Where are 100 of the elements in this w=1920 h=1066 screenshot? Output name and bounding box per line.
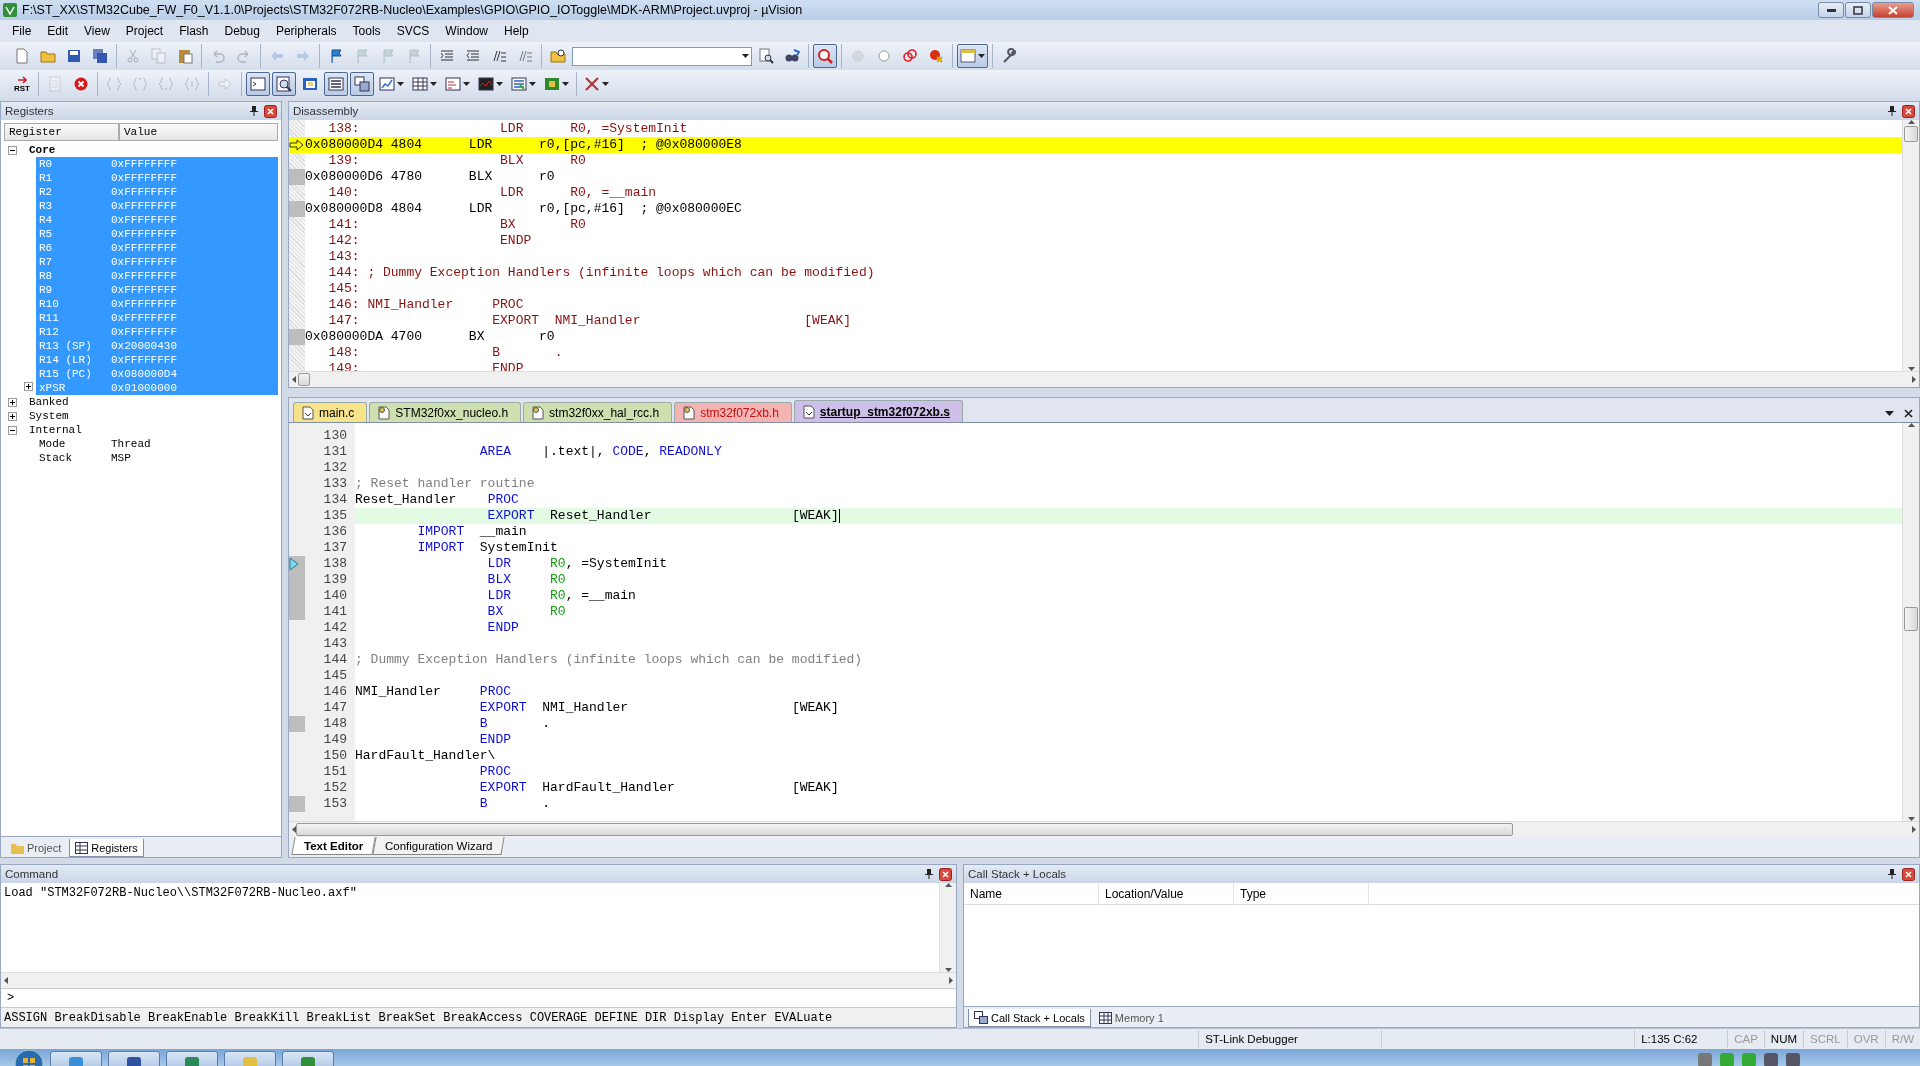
menu-item[interactable]: Tools: [344, 22, 389, 40]
disassembly-window-button[interactable]: [272, 72, 296, 96]
tree-group[interactable]: Banked: [17, 396, 69, 408]
line-number: 132: [322, 460, 347, 476]
menu-item[interactable]: SVCS: [388, 22, 438, 40]
caret-icon: [602, 82, 609, 86]
collapse-icon[interactable]: [8, 425, 17, 435]
column-header[interactable]: Value: [119, 123, 278, 141]
assembly-line: 0x080000D6 4780 BLX r0: [305, 169, 556, 185]
flag-icon: [406, 48, 422, 64]
file-tab[interactable]: stm32f072xb.h: [674, 402, 792, 422]
register-row[interactable]: Stack MSP: [36, 451, 278, 465]
close-button[interactable]: [1872, 2, 1914, 18]
view-tab[interactable]: Text Editor: [291, 837, 376, 855]
menu-item[interactable]: Project: [117, 22, 172, 40]
register-row[interactable]: Mode Thread: [36, 437, 278, 451]
reset-button[interactable]: RST: [10, 72, 34, 96]
panel-tab[interactable]: Memory 1: [1092, 1009, 1170, 1027]
file-icon: [302, 405, 314, 420]
file-tab[interactable]: startup_stm32f072xb.s: [793, 400, 963, 422]
column-header[interactable]: Register: [4, 123, 119, 141]
status-indicator: R/W: [1884, 1030, 1920, 1048]
expand-icon[interactable]: [8, 397, 17, 407]
page-icon: [47, 76, 63, 92]
column-header[interactable]: Location/Value: [1099, 883, 1234, 905]
caret-icon: [529, 82, 536, 86]
grid-icon: [412, 76, 428, 92]
close-icon[interactable]: [1904, 409, 1913, 418]
debug-button[interactable]: [813, 44, 837, 68]
collapse-icon[interactable]: [8, 145, 17, 155]
panel-tab[interactable]: Project: [5, 839, 68, 857]
file-tab[interactable]: stm32f0xx_hal_rcc.h: [523, 402, 673, 422]
tree-group[interactable]: Core: [17, 144, 56, 156]
close-icon[interactable]: [1902, 867, 1915, 881]
menu-item[interactable]: Window: [437, 22, 496, 40]
scroll-right-icon[interactable]: [949, 977, 953, 984]
horizontal-scrollbar[interactable]: [1, 972, 956, 988]
panel-tab[interactable]: Call Stack + Locals: [968, 1009, 1091, 1027]
lines-icon: [439, 48, 455, 64]
menu-item[interactable]: Flash: [171, 22, 217, 40]
windows-icon: [974, 1011, 988, 1024]
minimize-button[interactable]: [1818, 2, 1844, 18]
caret-icon[interactable]: [1885, 411, 1894, 416]
scrollbar-thumb[interactable]: [1904, 607, 1918, 631]
scroll-right-icon[interactable]: [1912, 826, 1916, 833]
scrollbar-thumb[interactable]: [296, 823, 1513, 836]
line-number: 139: [322, 572, 347, 588]
vertical-scrollbar[interactable]: [1902, 423, 1919, 821]
file-tab[interactable]: STM32f0xx_nucleo.h: [369, 402, 522, 422]
menu-item[interactable]: Peripherals: [267, 22, 345, 40]
board-icon: [544, 76, 560, 92]
panel-tab[interactable]: Registers: [69, 839, 144, 857]
line-number: 130: [322, 428, 347, 444]
source-line: 140: LDR R0, =__main: [327, 185, 658, 201]
scroll-left-icon[interactable]: [4, 977, 8, 984]
close-icon[interactable]: [264, 104, 277, 118]
call-stack-window-button[interactable]: [350, 72, 374, 96]
scrollbar-thumb[interactable]: [298, 373, 310, 386]
code-line: IMPORT __main: [416, 524, 527, 539]
scroll-right-icon[interactable]: [1912, 376, 1916, 383]
search-combo-field[interactable]: [572, 46, 752, 66]
command-window-button[interactable]: [246, 72, 270, 96]
window-title: F:\ST_XX\STM32Cube_FW_F0_V1.1.0\Projects\STM32F072RB-Nucleo\Examples\GPIO\GPIO_IOToggle\MDK-ARM\Project.uvproj - µVision: [22, 3, 804, 17]
source-line: 148: B .: [327, 345, 564, 361]
caret-icon: [562, 82, 569, 86]
vertical-scrollbar[interactable]: [1902, 120, 1919, 371]
line-number: 149: [322, 732, 347, 748]
scrollbar-thumb[interactable]: [1904, 126, 1918, 142]
tree-group[interactable]: Internal: [17, 424, 82, 436]
vertical-scrollbar[interactable]: [939, 883, 956, 972]
menu-item[interactable]: Help: [496, 22, 537, 40]
expand-icon[interactable]: [24, 382, 33, 391]
line-number: 142: [322, 620, 347, 636]
pin-icon[interactable]: [250, 106, 258, 116]
menu-item[interactable]: Debug: [216, 22, 268, 40]
window-layout-button[interactable]: [957, 44, 988, 68]
expand-icon[interactable]: [8, 411, 17, 421]
view-tab[interactable]: Configuration Wizard: [372, 837, 506, 855]
tree-group[interactable]: System: [17, 410, 69, 422]
line-number: 133: [322, 476, 347, 492]
pin-icon[interactable]: [925, 869, 933, 879]
magnifier-icon: [758, 48, 774, 64]
menu-item[interactable]: Edit: [39, 22, 77, 40]
column-header[interactable]: Type: [1234, 883, 1369, 905]
scroll-left-icon[interactable]: [292, 376, 296, 383]
line-number: 138: [322, 556, 347, 572]
pin-icon[interactable]: [1888, 869, 1896, 879]
pin-icon[interactable]: [1888, 106, 1896, 116]
registers-window-button[interactable]: [324, 72, 348, 96]
horizontal-scrollbar[interactable]: [289, 821, 1919, 837]
close-icon[interactable]: [939, 867, 952, 881]
menu-item[interactable]: File: [4, 22, 40, 40]
column-header[interactable]: Name: [964, 883, 1099, 905]
file-tab[interactable]: main.c: [293, 402, 368, 422]
menu-item[interactable]: View: [76, 22, 118, 40]
maximize-button[interactable]: [1845, 2, 1871, 18]
close-icon[interactable]: [1902, 104, 1915, 118]
horizontal-scrollbar[interactable]: [289, 371, 1919, 387]
windows-icon: [354, 76, 370, 92]
code-line: ; Dummy Exception Handlers (infinite loops which can be modified): [355, 652, 863, 667]
